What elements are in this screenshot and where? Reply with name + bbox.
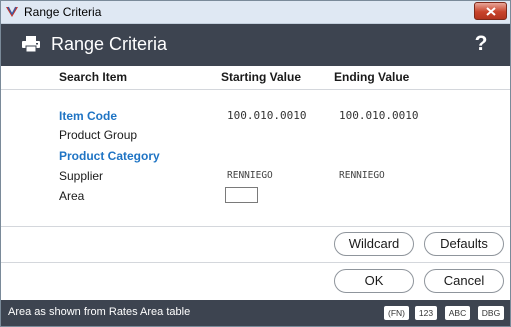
wildcard-button[interactable]: Wildcard <box>334 232 414 256</box>
printer-icon <box>22 36 40 52</box>
title-bar: Range Criteria <box>1 1 510 24</box>
column-header-starting-value: Starting Value <box>221 70 302 84</box>
abc-badge[interactable]: ABC <box>445 306 470 320</box>
help-button[interactable]: ? <box>471 32 491 56</box>
area-start-input[interactable] <box>225 187 258 203</box>
supplier-start-value[interactable]: RENNIEGO <box>227 170 273 181</box>
range-criteria-window: Range Criteria Range Criteria ? Search I… <box>0 0 511 327</box>
fn-badge[interactable]: (FN) <box>384 306 409 320</box>
ok-button[interactable]: OK <box>334 269 414 293</box>
row-label-product-group[interactable]: Product Group <box>59 128 137 142</box>
app-logo-icon <box>6 6 18 17</box>
button-divider <box>1 262 510 263</box>
item-code-start-value[interactable]: 100.010.0010 <box>227 109 306 122</box>
close-button[interactable] <box>474 2 507 20</box>
window-title: Range Criteria <box>24 5 102 19</box>
item-code-end-value[interactable]: 100.010.0010 <box>339 109 418 122</box>
dialog-header: Range Criteria ? <box>1 24 510 66</box>
dbg-badge[interactable]: DBG <box>478 306 504 320</box>
column-header-ending-value: Ending Value <box>334 70 410 84</box>
cancel-button[interactable]: Cancel <box>424 269 504 293</box>
status-bar: Area as shown from Rates Area table (FN)… <box>1 300 510 326</box>
defaults-button[interactable]: Defaults <box>424 232 504 256</box>
status-text: Area as shown from Rates Area table <box>8 306 191 318</box>
content-divider <box>1 226 510 227</box>
row-label-item-code[interactable]: Item Code <box>59 109 117 123</box>
row-label-supplier[interactable]: Supplier <box>59 169 103 183</box>
row-label-area[interactable]: Area <box>59 189 84 203</box>
dialog-title: Range Criteria <box>51 34 168 54</box>
numeric-badge[interactable]: 123 <box>415 306 437 320</box>
row-label-product-category[interactable]: Product Category <box>59 149 160 163</box>
header-divider <box>1 89 510 90</box>
close-icon <box>486 7 496 16</box>
column-header-search-item: Search Item <box>59 70 128 84</box>
supplier-end-value[interactable]: RENNIEGO <box>339 170 385 181</box>
